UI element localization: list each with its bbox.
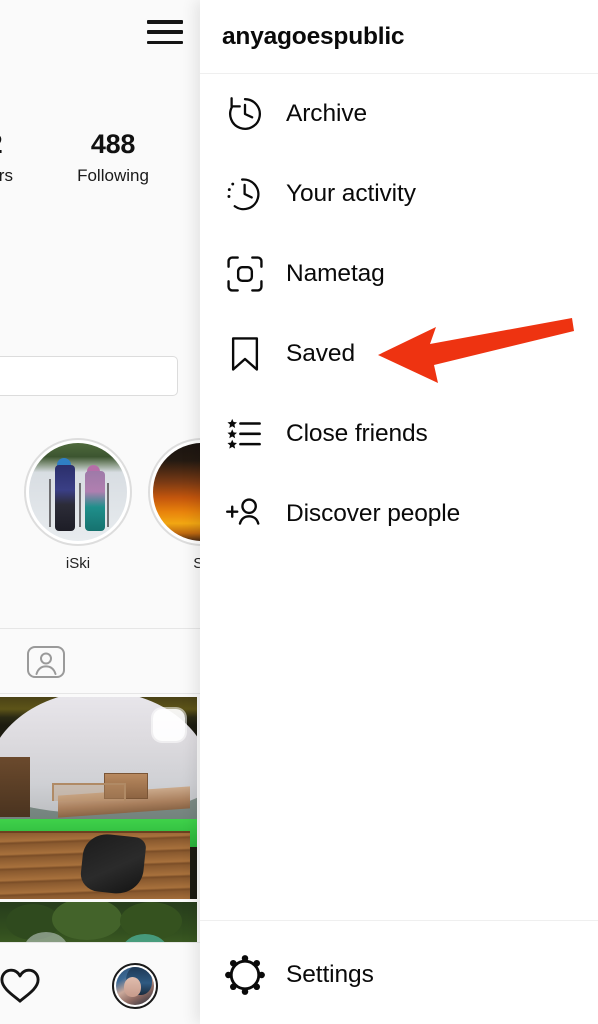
hamburger-menu-icon[interactable] xyxy=(147,17,183,47)
menu-item-discover-people[interactable]: Discover people xyxy=(200,474,598,554)
profile-page-background: 2 wers 488 Following xyxy=(0,0,200,1024)
bookmark-icon xyxy=(222,331,268,377)
avatar xyxy=(116,967,154,1005)
profile-topbar xyxy=(0,0,200,64)
stat-following-value: 488 xyxy=(90,129,136,159)
story-highlight-ring xyxy=(148,438,200,546)
tagged-person-icon[interactable] xyxy=(26,645,66,679)
menu-item-label: Settings xyxy=(286,961,374,988)
edit-profile-button[interactable] xyxy=(0,356,178,396)
story-highlights-row: iSki Sk xyxy=(0,438,200,578)
stat-followers-value: 2 xyxy=(0,128,38,160)
activity-clock-icon xyxy=(222,171,268,217)
story-highlight-sk[interactable]: Sk xyxy=(148,438,200,572)
menu-item-archive[interactable]: Archive xyxy=(200,74,598,154)
profile-tabs-row xyxy=(0,628,200,694)
screen-root: 2 wers 488 Following xyxy=(0,0,598,1024)
carousel-indicator-icon xyxy=(153,709,185,741)
story-highlight-iski[interactable]: iSki xyxy=(24,438,132,572)
menu-items-list: Archive Your activity Nametag Saved Clos… xyxy=(200,74,598,554)
profile-stats: 2 wers 488 Following xyxy=(0,128,200,208)
gear-icon xyxy=(222,952,268,998)
menu-item-saved[interactable]: Saved xyxy=(200,314,598,394)
menu-item-label: Your activity xyxy=(286,180,416,207)
archive-clock-icon xyxy=(222,91,268,137)
story-highlight-cover xyxy=(29,443,127,541)
menu-item-label: Discover people xyxy=(286,500,461,527)
star-list-icon xyxy=(222,411,268,457)
menu-item-label: Saved xyxy=(286,340,355,367)
grid-post-dock[interactable] xyxy=(0,697,197,899)
menu-item-label: Close friends xyxy=(286,420,428,447)
stat-following[interactable]: 488 Following xyxy=(70,128,156,188)
menu-item-settings[interactable]: Settings xyxy=(200,939,598,1011)
story-highlight-ring xyxy=(24,438,132,546)
person-plus-icon xyxy=(222,491,268,537)
nametag-scan-icon xyxy=(222,251,268,297)
menu-item-your-activity[interactable]: Your activity xyxy=(200,154,598,234)
stat-followers-label: wers xyxy=(0,166,13,185)
stat-followers[interactable]: 2 wers xyxy=(0,128,38,188)
story-highlight-label: Sk xyxy=(193,555,200,572)
menu-item-label: Archive xyxy=(286,100,367,127)
stat-following-label: Following xyxy=(77,166,149,185)
bottom-navigation-bar xyxy=(0,942,200,1024)
menu-username: anyagoespublic xyxy=(222,22,405,50)
menu-footer: Settings xyxy=(200,920,598,1024)
side-menu-panel: anyagoespublic Archive Your activity Nam… xyxy=(200,0,598,1024)
menu-item-label: Nametag xyxy=(286,260,385,287)
profile-avatar-nav-button[interactable] xyxy=(112,963,158,1009)
menu-item-nametag[interactable]: Nametag xyxy=(200,234,598,314)
menu-item-close-friends[interactable]: Close friends xyxy=(200,394,598,474)
story-highlight-label: iSki xyxy=(65,555,91,572)
menu-header: anyagoespublic xyxy=(200,0,598,74)
story-highlight-cover xyxy=(153,443,200,541)
heart-icon[interactable] xyxy=(0,965,44,1005)
